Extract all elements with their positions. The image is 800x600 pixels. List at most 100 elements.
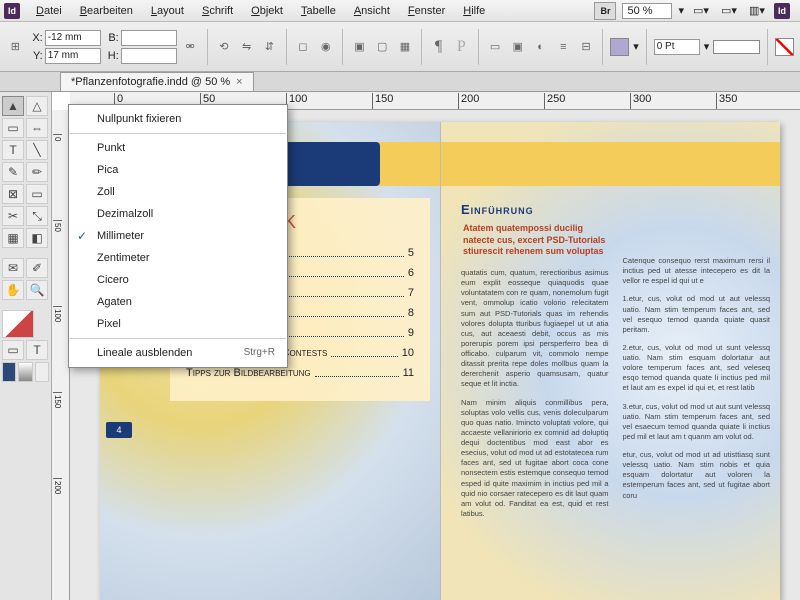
dropdown-icon[interactable]: ▾ bbox=[633, 40, 639, 53]
document-tabs: *Pflanzenfotografie.indd @ 50 % × bbox=[0, 72, 800, 92]
h-input[interactable] bbox=[121, 48, 177, 64]
pencil-tool[interactable]: ✏ bbox=[26, 162, 48, 182]
menu-ansicht[interactable]: Ansicht bbox=[346, 2, 398, 20]
gradient-swatch-tool[interactable]: ▦ bbox=[2, 228, 24, 248]
close-icon[interactable]: × bbox=[236, 76, 242, 88]
h-label: H: bbox=[105, 50, 119, 62]
menu-datei[interactable]: Datei bbox=[28, 2, 70, 20]
body-paragraph: etur, cus, volut od mod ut ad utisttiasq… bbox=[623, 450, 771, 501]
body-paragraph: 3.etur, cus, volut od mod ut aut sunt ve… bbox=[623, 402, 771, 443]
menu-bearbeiten[interactable]: Bearbeiten bbox=[72, 2, 141, 20]
none-swatch[interactable] bbox=[775, 38, 794, 56]
x-input[interactable] bbox=[45, 30, 101, 46]
context-menu-item[interactable]: Zoll bbox=[69, 181, 287, 203]
context-menu-item[interactable]: Cicero bbox=[69, 269, 287, 291]
dropdown-icon[interactable]: ▾ bbox=[704, 40, 710, 53]
page-tool[interactable]: ▭ bbox=[2, 118, 24, 138]
gradient-swatch[interactable] bbox=[18, 362, 32, 382]
gap-tool[interactable]: ⇔ bbox=[26, 118, 48, 138]
body-paragraph: quatatis cum, quatum, rerectioribus asim… bbox=[461, 268, 609, 390]
center-icon[interactable]: ▦ bbox=[396, 37, 415, 57]
wrap-jump-icon[interactable]: ≡ bbox=[554, 37, 573, 57]
wrap-shape-icon[interactable]: ◐ bbox=[531, 37, 550, 57]
char-style-icon[interactable]: P bbox=[452, 37, 471, 57]
check-icon: ✓ bbox=[77, 229, 87, 243]
note-tool[interactable]: ✉ bbox=[2, 258, 24, 278]
menu-hilfe[interactable]: Hilfe bbox=[455, 2, 493, 20]
page-right[interactable]: Einführung Atatem quatempossi ducilig na… bbox=[440, 122, 780, 600]
select-content-icon[interactable]: ◉ bbox=[316, 37, 335, 57]
y-input[interactable] bbox=[45, 48, 101, 64]
apply-text-tool[interactable]: T bbox=[26, 340, 48, 360]
menubar: Id Datei Bearbeiten Layout Schrift Objek… bbox=[0, 0, 800, 22]
menu-fenster[interactable]: Fenster bbox=[400, 2, 453, 20]
gradient-tool[interactable]: ◧ bbox=[26, 228, 48, 248]
context-menu-item[interactable]: Zentimeter bbox=[69, 247, 287, 269]
doc-tab[interactable]: *Pflanzenfotografie.indd @ 50 % × bbox=[60, 72, 254, 91]
context-menu-item[interactable]: Pixel bbox=[69, 313, 287, 335]
menu-tabelle[interactable]: Tabelle bbox=[293, 2, 344, 20]
doc-tab-label: *Pflanzenfotografie.indd @ 50 % bbox=[71, 76, 230, 88]
context-menu-item[interactable]: Agaten bbox=[69, 291, 287, 313]
page-number-tag: 4 bbox=[106, 422, 132, 438]
w-input[interactable] bbox=[121, 30, 177, 46]
intro-text: Atatem quatempossi ducilig natecte cus, … bbox=[461, 223, 609, 258]
fill-stroke-tool[interactable] bbox=[2, 310, 34, 338]
stroke-weight-input[interactable] bbox=[654, 39, 700, 55]
shortcut-label: Strg+R bbox=[244, 347, 275, 358]
direct-select-tool[interactable]: △ bbox=[26, 96, 48, 116]
flip-h-icon[interactable]: ⇋ bbox=[237, 37, 256, 57]
screen-mode-icon[interactable]: ▭▾ bbox=[718, 2, 740, 20]
menu-schrift[interactable]: Schrift bbox=[194, 2, 241, 20]
context-menu-item[interactable]: Punkt bbox=[69, 137, 287, 159]
fit-content-icon[interactable]: ▢ bbox=[373, 37, 392, 57]
menu-layout[interactable]: Layout bbox=[143, 2, 192, 20]
apply-color-tool[interactable]: ▭ bbox=[2, 340, 24, 360]
body-paragraph: 1.etur, cus, volut od mod ut aut velessq… bbox=[623, 294, 771, 335]
context-menu-item[interactable]: Nullpunkt fixieren bbox=[69, 108, 287, 130]
rotate-icon[interactable]: ⟲ bbox=[214, 37, 233, 57]
rect-tool[interactable]: ▭ bbox=[26, 184, 48, 204]
arrange-icon[interactable]: ▥▾ bbox=[746, 2, 768, 20]
hand-tool[interactable]: ✋ bbox=[2, 280, 24, 300]
pen-tool[interactable]: ✎ bbox=[2, 162, 24, 182]
ref-point-icon[interactable]: ⊞ bbox=[6, 37, 25, 57]
wrap-bound-icon[interactable]: ▣ bbox=[508, 37, 527, 57]
context-menu-item[interactable]: Dezimalzoll bbox=[69, 203, 287, 225]
view-mode-icon[interactable]: ▭▾ bbox=[690, 2, 712, 20]
body-paragraph: 2.etur, cus, volut od mod ut sunt veless… bbox=[623, 343, 771, 394]
fill-swatch[interactable] bbox=[610, 38, 629, 56]
toc-line: Tipps zur Bildbearbeitung11 bbox=[186, 367, 414, 379]
menu-objekt[interactable]: Objekt bbox=[243, 2, 291, 20]
eyedropper-tool[interactable]: ✐ bbox=[26, 258, 48, 278]
zoom-tool[interactable]: 🔍 bbox=[26, 280, 48, 300]
color-swatch[interactable] bbox=[2, 362, 16, 382]
body-paragraph: Catenque consequo rerst maximum rersi il… bbox=[623, 256, 771, 286]
y-label: Y: bbox=[29, 50, 43, 62]
section-heading: Einführung bbox=[461, 202, 609, 217]
none-tool[interactable] bbox=[35, 362, 49, 382]
rect-frame-tool[interactable]: ⊠ bbox=[2, 184, 24, 204]
transform-tool[interactable]: ⤡ bbox=[26, 206, 48, 226]
flip-v-icon[interactable]: ⇵ bbox=[260, 37, 279, 57]
zoom-level[interactable]: 50 % bbox=[622, 3, 672, 19]
type-tool[interactable]: T bbox=[2, 140, 24, 160]
x-label: X: bbox=[29, 32, 43, 44]
fill-frame-icon[interactable]: ▣ bbox=[350, 37, 369, 57]
scissors-tool[interactable]: ✂ bbox=[2, 206, 24, 226]
ruler-context-menu: Nullpunkt fixieren PunktPicaZollDezimalzo… bbox=[68, 104, 288, 368]
line-tool[interactable]: ╲ bbox=[26, 140, 48, 160]
paragraph-icon[interactable]: ¶ bbox=[429, 37, 448, 57]
wrap-none-icon[interactable]: ▭ bbox=[486, 37, 505, 57]
link-icon[interactable]: ⚮ bbox=[181, 37, 200, 57]
context-menu-item[interactable]: Lineale ausblendenStrg+R bbox=[69, 342, 287, 364]
w-label: B: bbox=[105, 32, 119, 44]
dropdown-icon[interactable]: ▾ bbox=[678, 4, 684, 17]
stroke-style[interactable] bbox=[713, 40, 760, 54]
select-container-icon[interactable]: ◻ bbox=[294, 37, 313, 57]
wrap-column-icon[interactable]: ⊟ bbox=[577, 37, 596, 57]
selection-tool[interactable]: ▲ bbox=[2, 96, 24, 116]
context-menu-item[interactable]: ✓Millimeter bbox=[69, 225, 287, 247]
context-menu-item[interactable]: Pica bbox=[69, 159, 287, 181]
bridge-icon[interactable]: Br bbox=[594, 2, 616, 20]
